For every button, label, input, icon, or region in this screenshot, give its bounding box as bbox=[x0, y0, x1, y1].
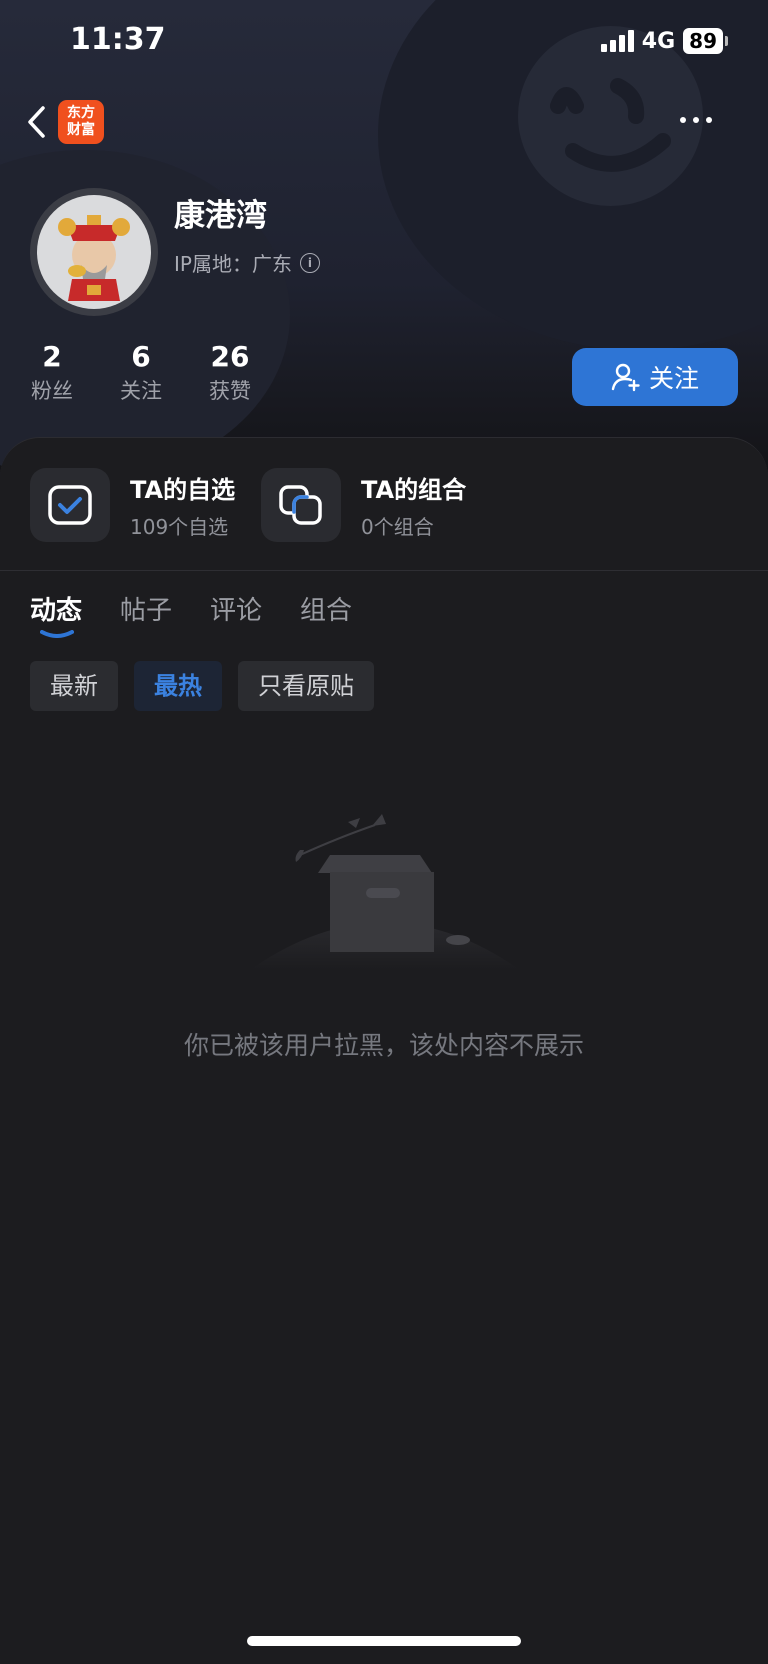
back-button[interactable] bbox=[24, 102, 48, 142]
content-tabs: 动态 帖子 评论 组合 bbox=[30, 590, 352, 627]
info-icon[interactable]: i bbox=[299, 252, 320, 273]
filter-latest[interactable]: 最新 bbox=[30, 661, 118, 711]
section-divider bbox=[0, 570, 768, 571]
portfolio-icon bbox=[261, 468, 341, 542]
home-indicator[interactable] bbox=[247, 1636, 521, 1646]
network-type: 4G bbox=[641, 28, 676, 54]
sort-filters: 最新 最热 只看原贴 bbox=[30, 661, 374, 711]
follow-button[interactable]: 关注 bbox=[572, 348, 738, 406]
avatar[interactable] bbox=[30, 188, 158, 316]
status-time: 11:37 bbox=[70, 22, 166, 57]
quick-link-portfolio[interactable]: TA的组合 0个组合 bbox=[261, 468, 466, 542]
empty-box-illustration bbox=[250, 814, 520, 970]
tab-comments[interactable]: 评论 bbox=[210, 590, 262, 627]
stat-following[interactable]: 6 关注 bbox=[96, 340, 186, 405]
status-indicators: 4G 89 bbox=[600, 28, 728, 54]
ip-location: IP属地：广东 i bbox=[174, 248, 320, 277]
app-logo: 东方 财富 bbox=[58, 100, 104, 144]
tab-activity[interactable]: 动态 bbox=[30, 590, 82, 627]
filter-original-only[interactable]: 只看原贴 bbox=[238, 661, 374, 711]
stat-likes[interactable]: 26 获赞 bbox=[185, 340, 275, 405]
watchlist-check-icon bbox=[30, 468, 110, 542]
more-options-button[interactable] bbox=[674, 110, 718, 130]
username: 康港湾 bbox=[174, 198, 267, 234]
stat-fans[interactable]: 2 粉丝 bbox=[7, 340, 97, 405]
profile-header: 11:37 4G 89 东方 财富 康港湾 IP属地：广东 i 2 粉丝 6 关… bbox=[0, 0, 768, 470]
tab-portfolio[interactable]: 组合 bbox=[300, 590, 352, 627]
signal-icon bbox=[600, 30, 634, 52]
battery-level: 89 bbox=[683, 28, 723, 54]
tab-posts[interactable]: 帖子 bbox=[120, 590, 172, 627]
quick-link-watchlist[interactable]: TA的自选 109个自选 bbox=[30, 468, 235, 542]
battery-icon: 89 bbox=[683, 28, 728, 54]
chevron-left-icon bbox=[28, 106, 45, 138]
empty-message: 你已被该用户拉黑，该处内容不展示 bbox=[183, 1031, 584, 1060]
filter-hot[interactable]: 最热 bbox=[134, 661, 222, 711]
avatar-image bbox=[37, 195, 151, 309]
add-user-icon bbox=[611, 363, 640, 392]
active-tab-indicator bbox=[40, 630, 74, 638]
